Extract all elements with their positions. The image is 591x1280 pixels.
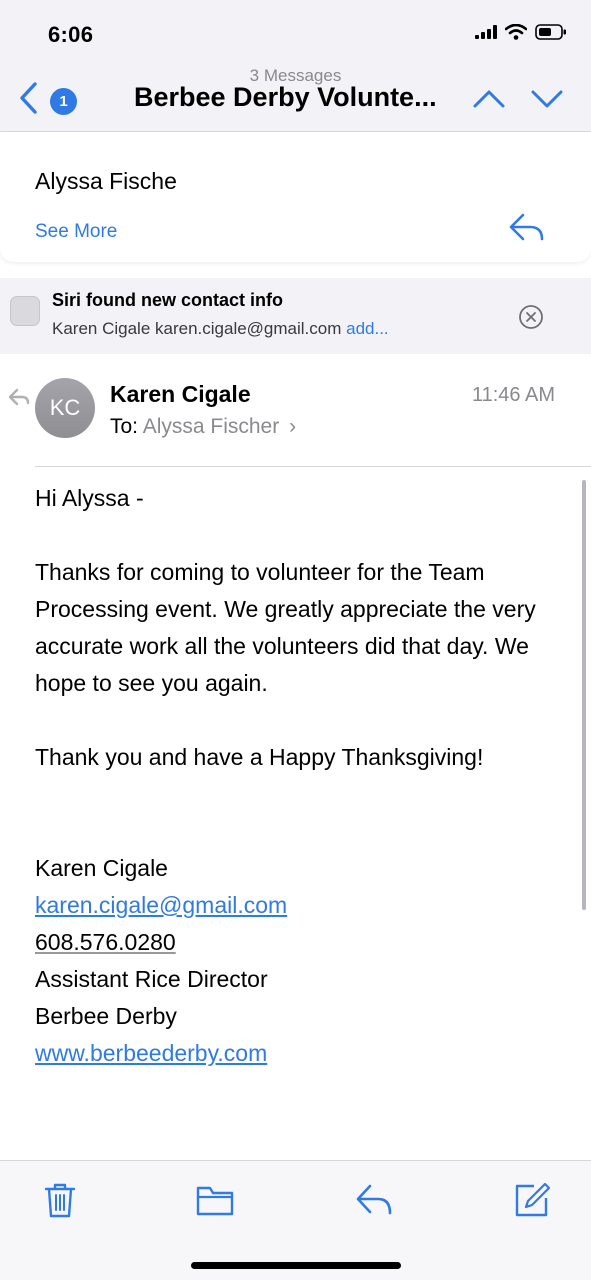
status-bar: 6:06 (0, 0, 591, 62)
sender-avatar[interactable]: KC (35, 378, 95, 438)
signature: Karen Cigale karen.cigale@gmail.com 608.… (35, 850, 565, 1072)
sent-time: 11:46 AM (471, 384, 555, 406)
nav-bar: 3 Messages 1 Berbee Derby Volunte... (0, 62, 591, 132)
sender-name[interactable]: Karen Cigale (110, 381, 251, 408)
contacts-icon (10, 296, 40, 326)
signature-org: Berbee Derby (35, 1003, 177, 1029)
to-label: To: (110, 415, 139, 438)
header-divider (35, 466, 591, 467)
folder-icon[interactable] (195, 1180, 235, 1220)
trash-icon[interactable] (40, 1180, 80, 1220)
signature-website-link[interactable]: www.berbeederby.com (35, 1040, 267, 1066)
signal-icon (475, 25, 497, 39)
chevron-down-icon[interactable] (530, 84, 564, 114)
signature-name: Karen Cigale (35, 855, 168, 881)
replied-indicator-icon (8, 388, 30, 406)
see-more-link[interactable]: See More (35, 221, 117, 243)
recipient-row[interactable]: To: Alyssa Fischer › (110, 415, 296, 439)
siri-suggestion-title: Siri found new contact info (52, 290, 283, 310)
status-icons (475, 24, 567, 40)
signature-phone-link[interactable]: 608.576.0280 (35, 929, 176, 955)
chevron-up-icon[interactable] (472, 84, 506, 114)
back-chevron-icon[interactable] (14, 80, 44, 116)
recipient-name[interactable]: Alyssa Fischer (143, 415, 280, 438)
reply-icon[interactable] (354, 1180, 394, 1220)
siri-suggestion-banner: Siri found new contact info Karen Cigale… (0, 278, 591, 354)
battery-icon (535, 24, 566, 40)
add-contact-link[interactable]: add... (346, 319, 389, 338)
previous-sender: Alyssa Fische (35, 168, 177, 194)
thread-title: Berbee Derby Volunte... (134, 82, 437, 112)
previous-message-card[interactable]: Alyssa Fische See More (0, 132, 591, 262)
status-time: 6:06 (48, 22, 94, 47)
signature-title: Assistant Rice Director (35, 966, 268, 992)
scrollbar[interactable] (582, 480, 586, 910)
compose-icon[interactable] (512, 1180, 552, 1220)
back-badge[interactable]: 1 (50, 88, 77, 115)
body-paragraph-1: Thanks for coming to volunteer for the T… (35, 559, 536, 696)
reply-icon[interactable] (508, 211, 546, 245)
chevron-right-icon[interactable]: › (289, 415, 296, 438)
close-circle-icon[interactable] (518, 304, 544, 330)
message-body: Hi Alyssa - Thanks for coming to volunte… (35, 480, 565, 1072)
siri-contact: Karen Cigale karen.cigale@gmail.com (52, 319, 342, 338)
greeting: Hi Alyssa - (35, 485, 144, 511)
body-paragraph-2: Thank you and have a Happy Thanksgiving! (35, 744, 484, 770)
home-indicator[interactable] (191, 1262, 401, 1269)
wifi-icon (505, 24, 527, 40)
signature-email-link[interactable]: karen.cigale@gmail.com (35, 892, 287, 918)
siri-suggestion-detail: Karen Cigale karen.cigale@gmail.com add.… (52, 319, 389, 339)
